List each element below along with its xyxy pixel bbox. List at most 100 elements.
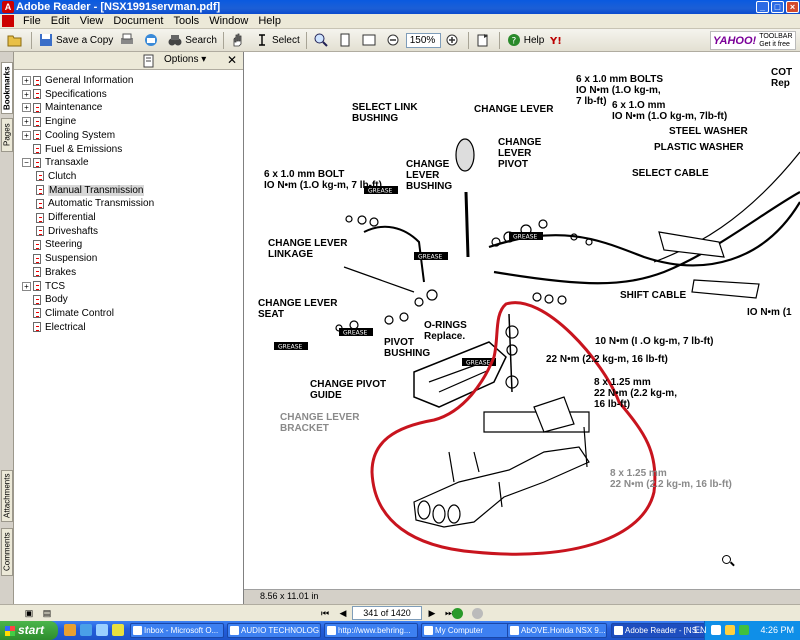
grease-tag-label: GREASE <box>343 330 368 337</box>
view-continuous-icon[interactable]: ▤ <box>40 607 54 619</box>
bookmark-item[interactable]: + General Information <box>22 74 133 87</box>
bookmark-item[interactable]: Suspension <box>22 252 97 265</box>
cable-bracket <box>658 231 725 258</box>
bookmark-item[interactable]: Electrical <box>22 321 86 334</box>
expand-icon[interactable]: + <box>22 117 31 127</box>
bookmark-item[interactable]: Fuel & Emissions <box>22 143 122 156</box>
page-number-input[interactable]: 341 of 1420 <box>352 606 422 620</box>
bookmark-item[interactable]: Steering <box>22 238 82 251</box>
cable-bracket-lower <box>691 279 760 299</box>
email-button[interactable] <box>140 31 164 50</box>
menu-document[interactable]: Document <box>108 15 168 27</box>
quicklaunch-ie-icon[interactable] <box>80 624 92 636</box>
rotate-page-icon <box>477 34 488 47</box>
bookmark-item[interactable]: Automatic Transmission <box>36 197 154 210</box>
open-button[interactable] <box>4 31 28 50</box>
go-forward-icon[interactable] <box>472 608 483 619</box>
separator <box>31 31 32 49</box>
bookmark-item[interactable]: Clutch <box>36 170 76 183</box>
print-button[interactable] <box>116 31 140 50</box>
select-tool-button[interactable]: Select <box>251 31 303 50</box>
label-plastic-washer: PLASTIC WASHER <box>654 142 744 153</box>
taskbar-button[interactable]: Inbox - Microsoft O... <box>130 623 224 638</box>
taskbar-button[interactable]: AUDIO TECHNOLOG... <box>227 623 321 638</box>
bookmark-item[interactable]: + TCS <box>22 280 65 293</box>
first-page-button[interactable]: ⏮ <box>318 607 332 619</box>
search-button[interactable]: Search <box>164 31 220 50</box>
zoom-tool-button[interactable] <box>310 31 334 50</box>
next-page-button[interactable]: ▶ <box>425 607 439 619</box>
tab-bookmarks[interactable]: Bookmarks <box>1 62 13 114</box>
bookmark-item[interactable]: Body <box>22 293 68 306</box>
bookmark-label: Fuel & Emissions <box>45 143 123 155</box>
taskbar-button[interactable]: http://www.behring... <box>324 623 418 638</box>
menu-file[interactable]: File <box>18 15 46 27</box>
start-button[interactable]: start <box>0 621 58 640</box>
zoom-level-input[interactable]: 150% <box>405 32 441 48</box>
bookmark-page-icon <box>36 171 44 182</box>
label-o-rings: O-RINGS Replace. <box>424 320 467 342</box>
bookmark-label: Electrical <box>45 321 86 333</box>
save-copy-button[interactable]: Save a Copy <box>35 31 116 50</box>
bookmark-item[interactable]: + Specifications <box>22 88 107 101</box>
bookmark-page-icon <box>36 226 44 237</box>
bookmark-item[interactable]: Differential <box>36 211 96 224</box>
grease-tag-label: GREASE <box>418 254 443 261</box>
maximize-button[interactable]: □ <box>771 1 784 13</box>
system-tray: EN 4:26 PM <box>694 621 800 640</box>
zoom-in-button[interactable] <box>441 31 465 50</box>
expand-icon[interactable]: + <box>22 89 31 99</box>
menu-edit[interactable]: Edit <box>46 15 75 27</box>
close-button[interactable]: × <box>786 1 799 13</box>
previous-page-button[interactable]: ◀ <box>336 607 350 619</box>
bookmark-item[interactable]: Driveshafts <box>36 225 98 238</box>
expand-icon[interactable]: + <box>22 76 31 85</box>
quicklaunch-firefox-icon[interactable] <box>64 624 76 636</box>
expand-icon[interactable]: + <box>22 130 31 140</box>
view-single-page-icon[interactable]: ▣ <box>22 607 36 619</box>
hand-tool-button[interactable] <box>227 31 251 50</box>
tab-attachments[interactable]: Attachments <box>1 470 13 522</box>
bookmark-item[interactable]: Climate Control <box>22 307 114 320</box>
document-view[interactable]: GREASE GREASE GREASE GREASE GREASE GREASE SEL… <box>244 52 800 589</box>
adobe-reader-icon: A <box>2 1 14 13</box>
taskbar-button[interactable]: AbOVE.Honda NSX 9... <box>507 623 607 638</box>
zoom-out-button[interactable] <box>382 31 406 50</box>
expand-icon[interactable]: + <box>22 281 31 291</box>
yahoo-logo-icon: Y! <box>550 36 562 47</box>
menu-tools[interactable]: Tools <box>169 15 205 27</box>
quicklaunch-messenger-icon[interactable] <box>112 624 124 636</box>
collapse-icon[interactable]: − <box>22 158 31 168</box>
yahoo-toolbar-ad[interactable]: YAHOO! TOOLBAR Get it free <box>710 31 796 50</box>
bookmark-item[interactable]: − Transaxle <box>22 156 89 169</box>
bookmark-item[interactable]: + Maintenance <box>22 101 102 114</box>
tab-comments[interactable]: Comments <box>1 528 13 576</box>
taskbar-button[interactable]: Adobe Reader - [NS... <box>611 623 705 638</box>
go-back-icon[interactable] <box>452 608 463 619</box>
expand-icon[interactable]: + <box>22 103 31 113</box>
minimize-button[interactable]: _ <box>756 1 769 13</box>
tab-pages[interactable]: Pages <box>1 118 13 152</box>
taskbar-button[interactable]: My Computer <box>421 623 515 638</box>
volume-icon[interactable] <box>725 625 735 635</box>
fit-width-button[interactable] <box>358 31 382 50</box>
menu-help[interactable]: Help <box>253 15 286 27</box>
rotate-button[interactable] <box>472 31 496 50</box>
yahoo-search-button[interactable]: Y! <box>547 31 575 50</box>
document-icon[interactable] <box>2 15 14 27</box>
bookmark-item[interactable]: Manual Transmission <box>36 184 145 197</box>
security-icon[interactable] <box>739 625 749 635</box>
bookmark-item[interactable]: + Cooling System <box>22 129 115 142</box>
menu-view[interactable]: View <box>75 15 109 27</box>
quicklaunch-desktop-icon[interactable] <box>96 624 108 636</box>
fit-page-button[interactable] <box>334 31 358 50</box>
options-menu[interactable]: Options ▾ <box>164 54 206 65</box>
bookmark-item[interactable]: + Engine <box>22 115 76 128</box>
close-panel-icon[interactable]: ✕ <box>227 53 237 67</box>
help-button[interactable]: ? Help <box>503 31 548 50</box>
language-indicator[interactable]: EN <box>694 625 707 635</box>
bookmark-item[interactable]: Brakes <box>22 266 76 279</box>
network-icon[interactable] <box>711 625 721 635</box>
menu-window[interactable]: Window <box>204 15 253 27</box>
bookmark-options-icon[interactable] <box>142 54 156 68</box>
